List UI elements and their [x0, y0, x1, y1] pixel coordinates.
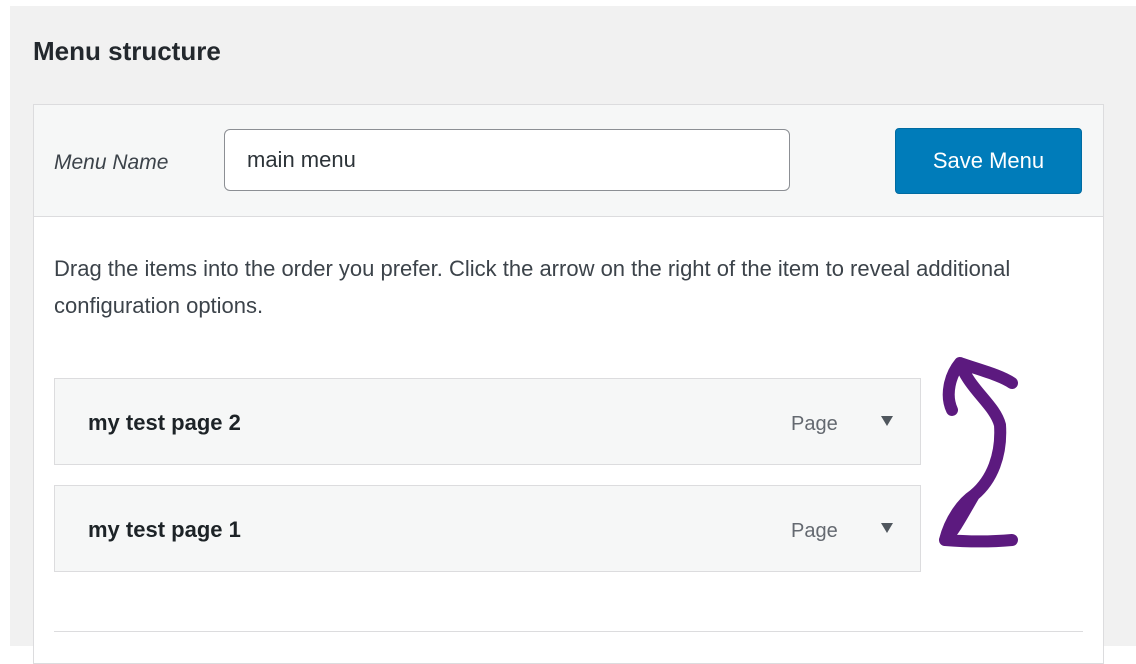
menu-item-type: Page — [791, 413, 838, 435]
swap-arrows-icon — [939, 357, 1018, 548]
menu-item[interactable]: my test page 1 Page — [54, 485, 921, 572]
save-menu-button[interactable]: Save Menu — [895, 128, 1082, 194]
menu-item-title: my test page 1 — [88, 517, 241, 542]
instructions-text: Drag the items into the order you prefer… — [54, 256, 1011, 318]
menu-item-title: my test page 2 — [88, 410, 241, 435]
expand-arrow-icon[interactable] — [873, 403, 901, 439]
expand-arrow-icon[interactable] — [873, 510, 901, 546]
menu-item[interactable]: my test page 2 Page — [54, 378, 921, 465]
section-title: Menu structure — [33, 36, 221, 66]
panel-divider — [54, 631, 1083, 632]
menu-name-input[interactable] — [224, 129, 790, 191]
menu-name-label: Menu Name — [54, 151, 169, 174]
menu-header: Menu Name Save Menu — [34, 105, 1103, 217]
menu-item-type: Page — [791, 520, 838, 542]
